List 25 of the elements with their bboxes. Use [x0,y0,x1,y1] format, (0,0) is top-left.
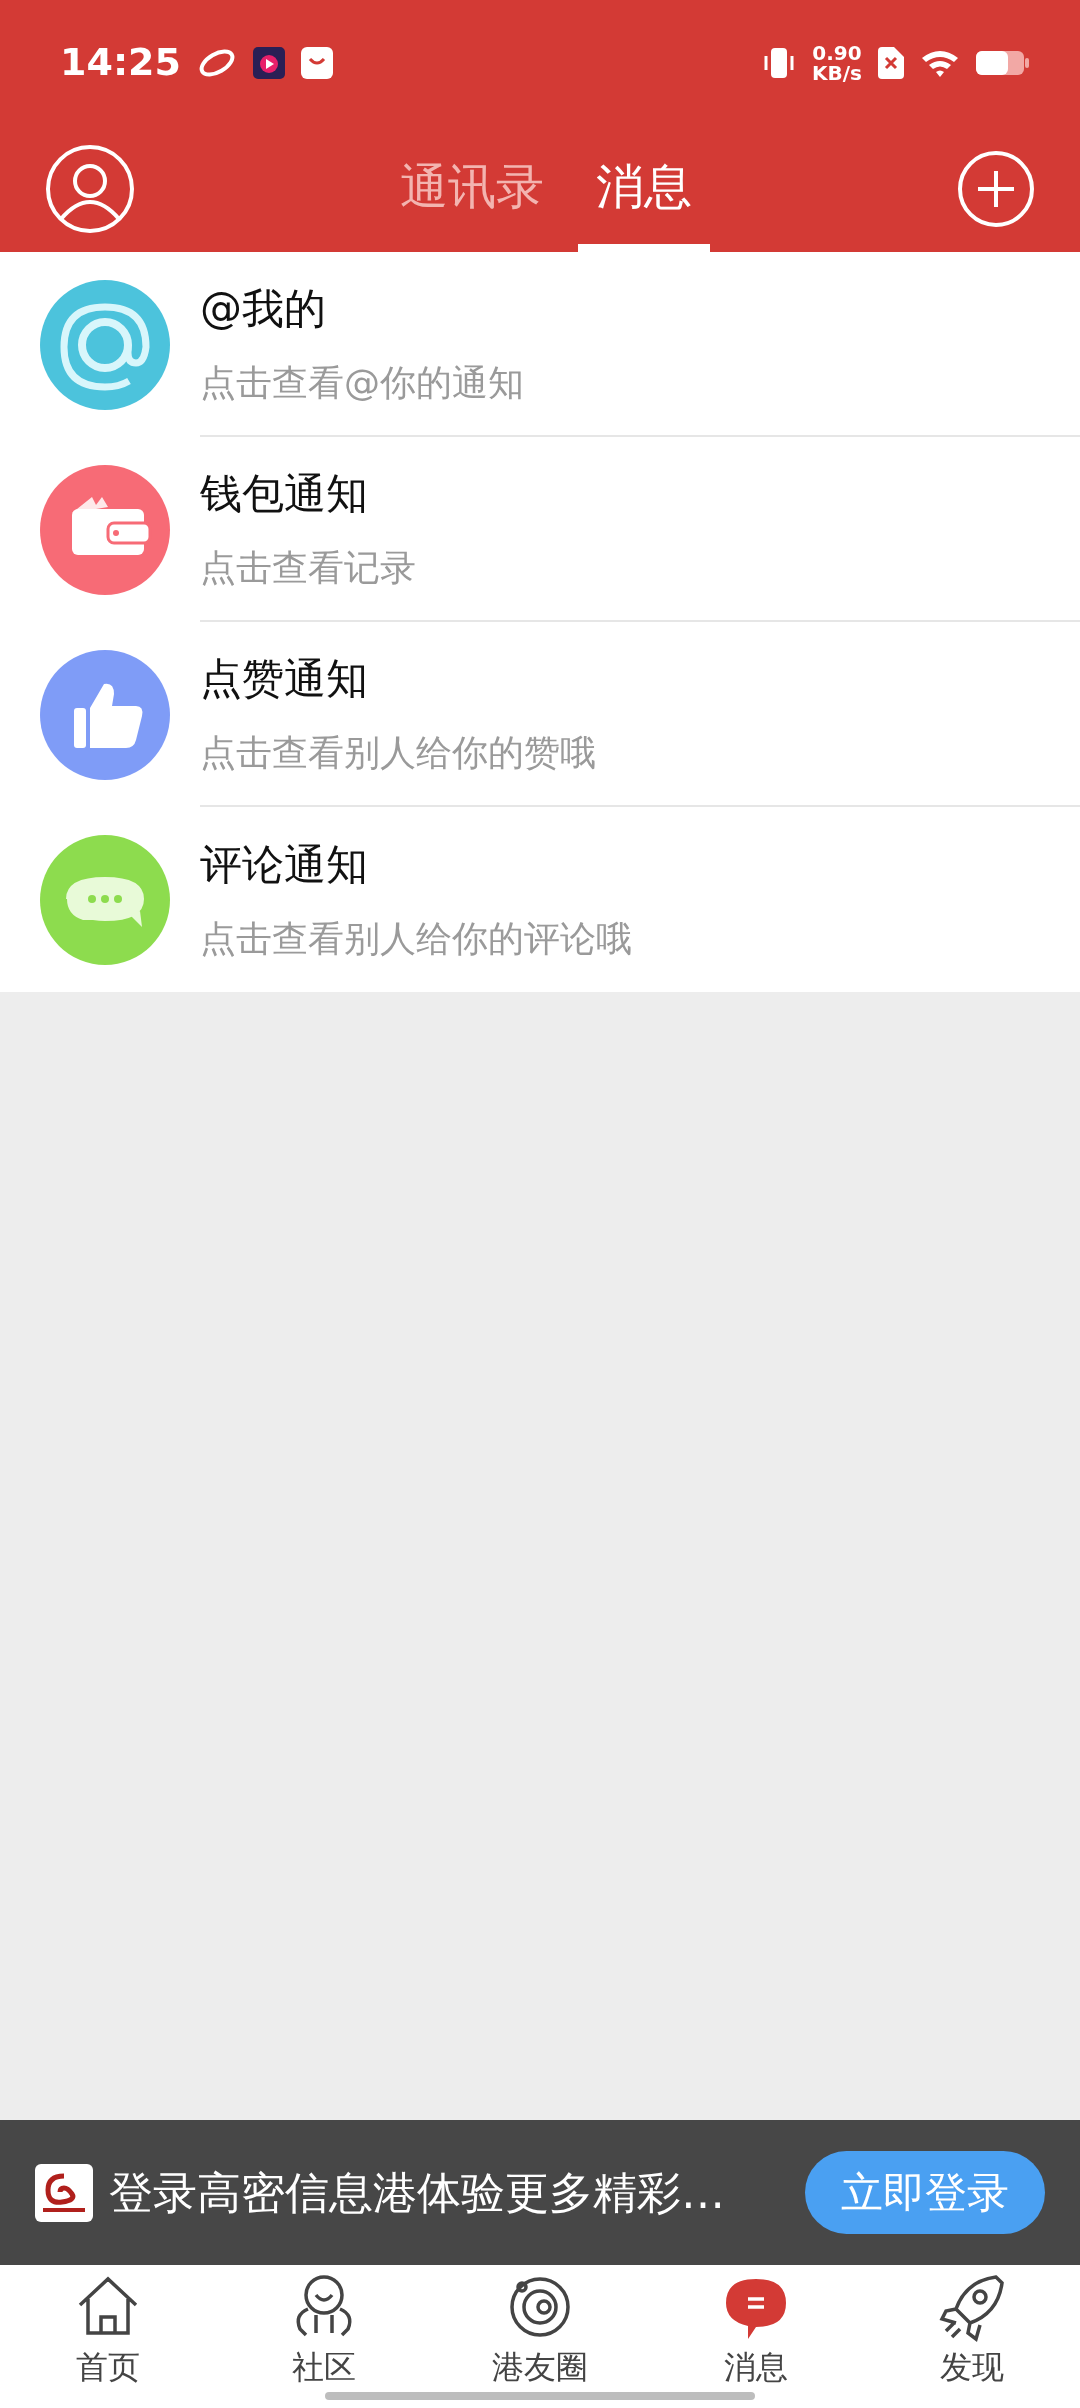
app-icon [252,46,285,79]
notification-title: @我的 [200,283,327,335]
network-speed: 0.90 [812,42,862,63]
sim-icon [878,46,904,79]
bag-icon [300,46,333,79]
nav-tab[interactable]: 港友圈 [432,2265,648,2408]
speed-unit: KB/s [812,62,862,83]
notification-subtitle: 点击查看别人给你的赞哦 [200,731,597,775]
nav-tab[interactable]: 社区 [216,2265,432,2408]
app-logo-icon [35,2163,93,2222]
notification-subtitle: 点击查看别人给你的评论哦 [200,917,633,961]
nav-tab[interactable]: 首页 [0,2265,216,2408]
notification-subtitle: 点击查看记录 [200,546,417,590]
clock-time: 14:25 [60,39,181,86]
notification-title: 评论通知 [200,839,369,891]
login-prompt: 登录高密信息港体验更多精彩… [109,2165,725,2220]
notification-title: 钱包通知 [200,468,369,520]
vibrate-icon [762,45,797,80]
nav-tab[interactable]: 发现 [864,2265,1080,2408]
profile-icon[interactable] [45,143,135,234]
battery-icon [976,48,1030,77]
nav-tab[interactable]: 消息 [648,2265,864,2408]
notification-subtitle: 点击查看@你的通知 [200,361,525,405]
notification-title: 点赞通知 [200,653,369,705]
add-icon[interactable] [957,149,1035,228]
